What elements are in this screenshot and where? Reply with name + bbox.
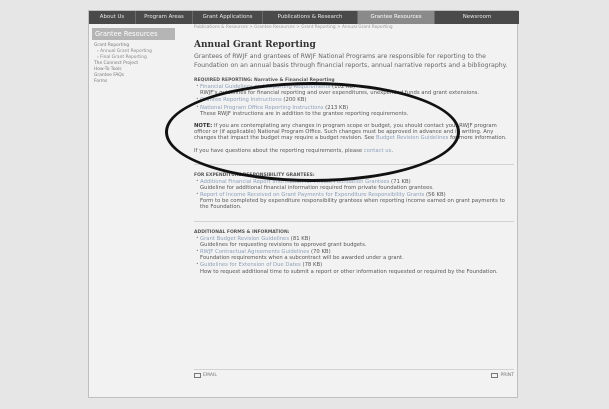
doc-link[interactable]: National Program Office Reporting Instru… <box>200 105 323 111</box>
sidebar: Grantee Resources Grant Reporting › Annu… <box>92 28 175 85</box>
list-item: • Additional Financial Report Informatio… <box>194 179 514 191</box>
list-item: • Grantee Reporting Instructions (200 KB… <box>194 97 514 103</box>
bullet-icon: • <box>196 97 199 103</box>
file-size: (200 KB) <box>283 97 307 104</box>
doc-description: These RWJF instructions are in addition … <box>200 110 409 117</box>
print-button[interactable]: PRINT <box>491 373 514 378</box>
list-item: • Financial Guidelines and Reporting Req… <box>194 84 514 96</box>
contact-us-link[interactable]: contact us <box>364 148 392 154</box>
additional-heading: ADDITIONAL FORMS & INFORMATION: <box>194 229 290 235</box>
main-content: Publications & Resources > Grantee Resou… <box>194 25 514 275</box>
nav-newsroom[interactable]: Newsroom <box>435 11 519 24</box>
nav-publications-research[interactable]: Publications & Research <box>263 11 358 24</box>
note-after: for more information. <box>450 135 507 142</box>
bullet-icon: • <box>196 192 199 198</box>
doc-link[interactable]: Guidelines for Extension of Due Dates <box>200 262 301 268</box>
bullet-icon: • <box>196 249 199 255</box>
expenditure-heading: FOR EXPENDITURE RESPONSIBILITY GRANTEES: <box>194 172 315 178</box>
file-size: (70 KB) <box>310 249 331 256</box>
list-item: • Report of Income Received on Grant Pay… <box>194 192 514 211</box>
bullet-icon: • <box>196 104 199 110</box>
bullet-icon: • <box>196 235 199 241</box>
bullet-icon: • <box>196 262 199 268</box>
note-label: NOTE: <box>194 123 213 130</box>
list-item: • National Program Office Reporting Inst… <box>194 105 514 117</box>
print-label: PRINT <box>500 373 514 378</box>
doc-link[interactable]: Report of Income Received on Grant Payme… <box>200 192 424 198</box>
doc-link[interactable]: Grant Budget Revision Guidelines <box>200 236 289 242</box>
doc-link[interactable]: RWJF Contractual Agreements Guidelines <box>200 249 309 255</box>
bullet-icon: • <box>196 178 199 184</box>
file-size: (213 KB) <box>325 104 349 111</box>
questions-end: . <box>391 147 394 154</box>
nav-program-areas[interactable]: Program Areas <box>136 11 193 24</box>
nav-grantee-resources[interactable]: Grantee Resources <box>358 11 435 24</box>
envelope-icon <box>194 373 201 378</box>
divider <box>194 163 514 165</box>
questions-text: If you have questions about the reportin… <box>194 147 363 154</box>
file-size: (102 KB) <box>332 84 356 90</box>
list-item: • Guidelines for Extension of Due Dates … <box>194 262 514 274</box>
doc-link[interactable]: Grantee Reporting Instructions <box>200 97 282 103</box>
page-actions-bar: EMAIL PRINT <box>194 369 514 381</box>
doc-description: RWJF's guidelines for financial reportin… <box>200 90 480 97</box>
doc-link[interactable]: Financial Guidelines and Reporting Requi… <box>200 84 330 90</box>
note-paragraph: NOTE: If you are contemplating any chang… <box>194 123 514 142</box>
list-item: • RWJF Contractual Agreements Guidelines… <box>194 249 514 261</box>
browser-page: About Us Program Areas Grant Application… <box>88 10 519 398</box>
required-reporting-heading: REQUIRED REPORTING: Narrative & Financia… <box>194 78 335 83</box>
intro-text: Grantees of RWJF and grantees of RWJF Na… <box>194 53 508 69</box>
email-button[interactable]: EMAIL <box>194 373 217 378</box>
email-label: EMAIL <box>203 373 217 378</box>
doc-description: Form to be completed by expenditure resp… <box>200 198 505 211</box>
doc-link[interactable]: Additional Financial Report Information … <box>200 179 389 185</box>
sidebar-heading: Grantee Resources <box>92 28 175 40</box>
file-size: (56 KB) <box>425 192 446 199</box>
doc-description: Foundation requirements when a subcontra… <box>200 255 404 262</box>
nav-grant-applications[interactable]: Grant Applications <box>193 11 263 24</box>
nav-about-us[interactable]: About Us <box>89 11 136 24</box>
doc-description: How to request additional time to submit… <box>200 268 498 275</box>
file-size: (71 KB) <box>391 178 411 185</box>
breadcrumb[interactable]: Publications & Resources > Grantee Resou… <box>194 25 514 30</box>
divider <box>194 220 514 222</box>
sidebar-item-forms[interactable]: Forms <box>92 79 175 85</box>
top-navigation: About Us Program Areas Grant Application… <box>89 11 519 24</box>
bullet-icon: • <box>196 84 199 89</box>
printer-icon <box>491 373 499 378</box>
file-size: (78 KB) <box>302 262 323 269</box>
page-title: Annual Grant Reporting <box>194 40 316 50</box>
list-item: • Grant Budget Revision Guidelines (81 K… <box>194 236 514 248</box>
doc-description: Guidelines for requesting revisions to a… <box>200 241 367 248</box>
budget-revision-link[interactable]: Budget Revision Guidelines <box>376 135 448 141</box>
questions-paragraph: If you have questions about the reportin… <box>194 148 514 154</box>
file-size: (81 KB) <box>290 235 311 242</box>
doc-description: Guideline for additional financial infor… <box>200 184 434 191</box>
